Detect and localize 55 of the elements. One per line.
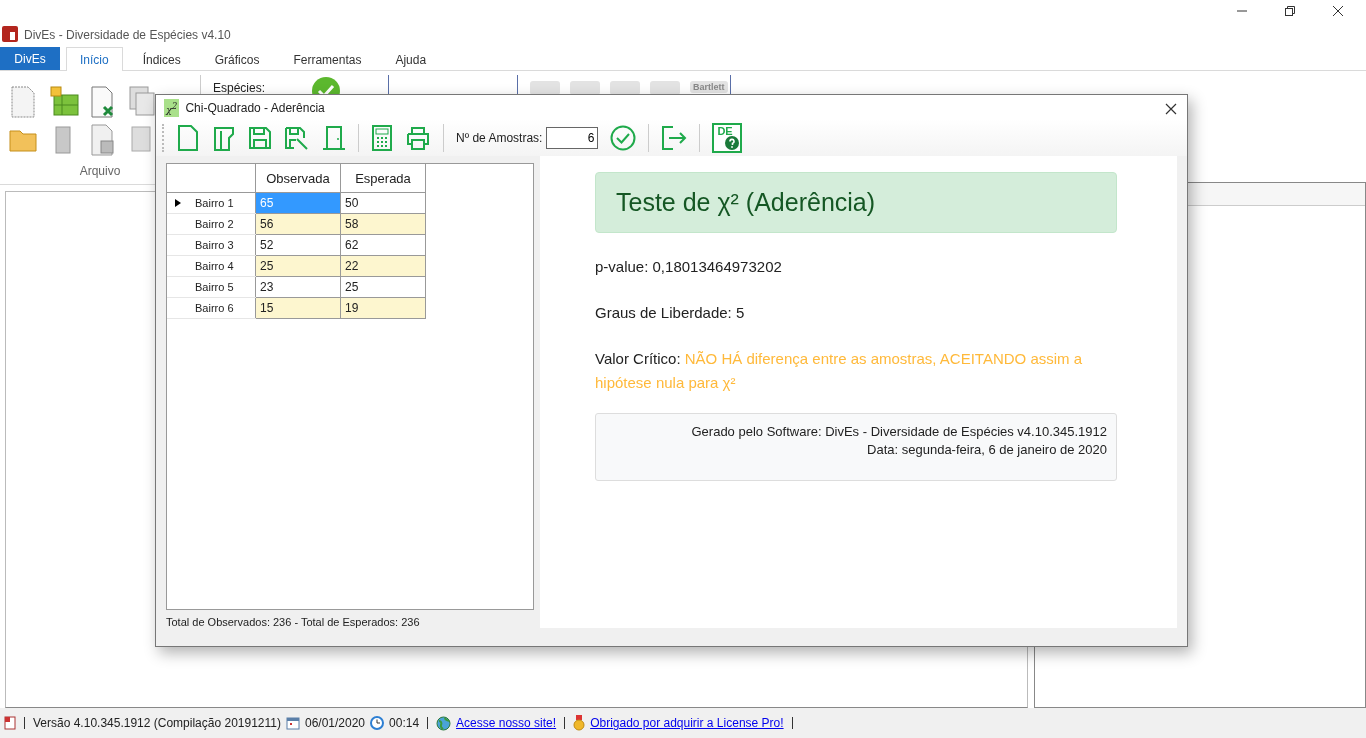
window-title: DivEs - Diversidade de Espécies v4.10	[24, 28, 231, 42]
ribbon-tab[interactable]: Gráficos	[200, 49, 274, 70]
table-cell[interactable]: 23	[255, 276, 341, 298]
document-icon	[4, 716, 16, 730]
ribbon-tab[interactable]: Ajuda	[381, 49, 441, 70]
medal-icon	[573, 715, 586, 731]
table-cell[interactable]: 52	[255, 234, 341, 256]
column-header: Observada	[255, 164, 341, 193]
species-label: Espécies:	[213, 81, 266, 95]
app-menu-button[interactable]: DivEs	[0, 47, 60, 70]
samples-input[interactable]: 6	[546, 126, 599, 149]
group-label: Arquivo	[79, 164, 121, 178]
ribbon-tab[interactable]: Ferramentas	[279, 49, 376, 70]
time-text: 00:14	[389, 716, 420, 730]
check-circle-icon[interactable]	[610, 124, 637, 151]
save-as-icon[interactable]	[284, 124, 310, 151]
printer-icon[interactable]	[405, 125, 431, 150]
license-link[interactable]: Obrigado por adquirir a License Pro!	[590, 716, 784, 730]
toolbar-button[interactable]	[650, 81, 680, 95]
toolbar-button[interactable]	[530, 81, 560, 95]
table-cell[interactable]: 25	[340, 276, 426, 298]
blank-page-icon[interactable]	[8, 85, 38, 119]
question-icon	[725, 135, 740, 150]
dialog-title: Chi-Quadrado - Aderência	[185, 101, 325, 116]
footer-text: Data: segunda-feira, 6 de janeiro de 2020	[867, 442, 1107, 457]
column-header: Esperada	[340, 164, 426, 193]
globe-icon	[436, 715, 452, 731]
calendar-icon	[285, 716, 300, 730]
toolbar-button[interactable]	[610, 81, 640, 95]
chi-square-icon: χ$^{2}$	[164, 98, 180, 118]
table-cell[interactable]: 62	[340, 234, 426, 256]
ribbon-tab[interactable]: Índices	[128, 49, 195, 70]
table-cell[interactable]: 50	[340, 192, 426, 214]
close-icon[interactable]	[1332, 5, 1344, 17]
save-icon[interactable]	[248, 124, 272, 151]
website-link[interactable]: Acesse nosso site!	[456, 716, 557, 730]
ribbon-tab[interactable]: Início	[66, 47, 123, 71]
exit-icon[interactable]	[661, 124, 688, 151]
critical-value-text: Valor Crítico: NÃO HÁ diferença entre as amostras, ACEITANDO assim a hipótese nula para χ²	[595, 349, 1084, 393]
close-icon[interactable]	[1165, 103, 1177, 115]
cubes-icon[interactable]	[48, 85, 82, 119]
report-heading: Teste de χ² (Aderência)	[595, 172, 1117, 233]
calculator-icon[interactable]	[371, 124, 393, 151]
footer-text: Gerado pelo Software: DivEs - Diversidade de Espécies v4.10.345.1912	[691, 424, 1107, 439]
open-file-icon[interactable]	[212, 124, 236, 151]
toolbar-button[interactable]	[570, 81, 600, 95]
totals-text: Total de Observados: 236 - Total de Esperados: 236	[166, 616, 421, 628]
clock-icon	[370, 716, 385, 730]
new-file-icon[interactable]	[176, 124, 200, 151]
samples-label: Nº de Amostras:	[456, 130, 543, 145]
restore-icon[interactable]	[1284, 5, 1296, 17]
degrees-text: Graus de Liberdade: 5	[595, 303, 746, 323]
date-text: 06/01/2020	[304, 716, 366, 730]
p-value-text: p-value: 0,18013464973202	[595, 257, 783, 277]
version-text: Versão 4.10.345.1912 (Compilação 20191211)	[33, 716, 281, 730]
